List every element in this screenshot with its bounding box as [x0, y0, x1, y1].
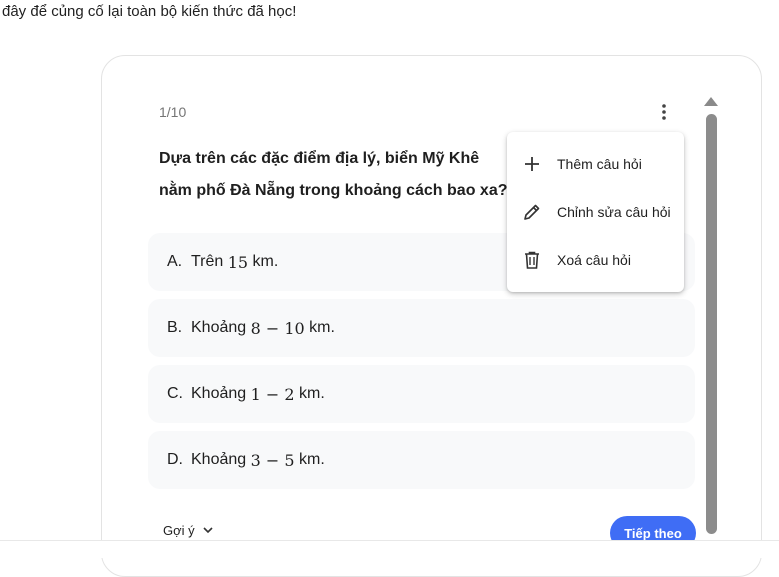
- menu-item-edit-question[interactable]: Chỉnh sửa câu hỏi: [507, 192, 684, 232]
- question-counter: 1/10: [159, 104, 187, 120]
- context-menu: Thêm câu hỏi Chỉnh sửa câu hỏi Xoá câu h…: [507, 132, 684, 292]
- option-letter: D.: [167, 451, 183, 468]
- option-math: 15: [227, 252, 249, 272]
- scrollbar-thumb[interactable]: [706, 114, 717, 534]
- option-suffix: km.: [248, 253, 279, 270]
- option-suffix: km.: [294, 385, 325, 402]
- menu-item-label: Chỉnh sửa câu hỏi: [557, 204, 671, 220]
- pencil-icon: [521, 201, 543, 223]
- question-text: Dựa trên các đặc điểm địa lý, biển Mỹ Kh…: [159, 150, 508, 199]
- option-suffix: km.: [304, 319, 335, 336]
- option-math: 1 − 2: [250, 384, 295, 404]
- option-math: 3 − 5: [250, 450, 295, 470]
- chevron-down-icon: [203, 527, 213, 534]
- menu-item-label: Thêm câu hỏi: [557, 156, 642, 172]
- menu-item-label: Xoá câu hỏi: [557, 252, 631, 268]
- option-c[interactable]: C. Khoảng 1 − 2 km.: [148, 365, 695, 423]
- option-prefix: Trên: [191, 253, 228, 270]
- trash-icon: [521, 249, 543, 271]
- option-prefix: Khoảng: [191, 319, 251, 336]
- more-vert-icon: [662, 104, 666, 120]
- scroll-up-arrow-icon[interactable]: [704, 97, 718, 106]
- option-d[interactable]: D. Khoảng 3 − 5 km.: [148, 431, 695, 489]
- more-options-button[interactable]: [652, 100, 676, 124]
- option-prefix: Khoảng: [191, 385, 251, 402]
- hint-toggle[interactable]: Gợi ý: [163, 523, 213, 538]
- option-letter: A.: [167, 253, 183, 270]
- menu-item-delete-question[interactable]: Xoá câu hỏi: [507, 240, 684, 280]
- option-math: 8 − 10: [250, 318, 305, 338]
- option-letter: C.: [167, 385, 183, 402]
- intro-text: đây để củng cố lại toàn bộ kiến thức đã …: [2, 3, 297, 20]
- option-letter: B.: [167, 319, 183, 336]
- option-b[interactable]: B. Khoảng 8 − 10 km.: [148, 299, 695, 357]
- plus-icon: [521, 153, 543, 175]
- page-bottom-edge: [0, 540, 779, 558]
- menu-item-add-question[interactable]: Thêm câu hỏi: [507, 144, 684, 184]
- option-suffix: km.: [294, 451, 325, 468]
- hint-label: Gợi ý: [163, 523, 195, 538]
- option-prefix: Khoảng: [191, 451, 251, 468]
